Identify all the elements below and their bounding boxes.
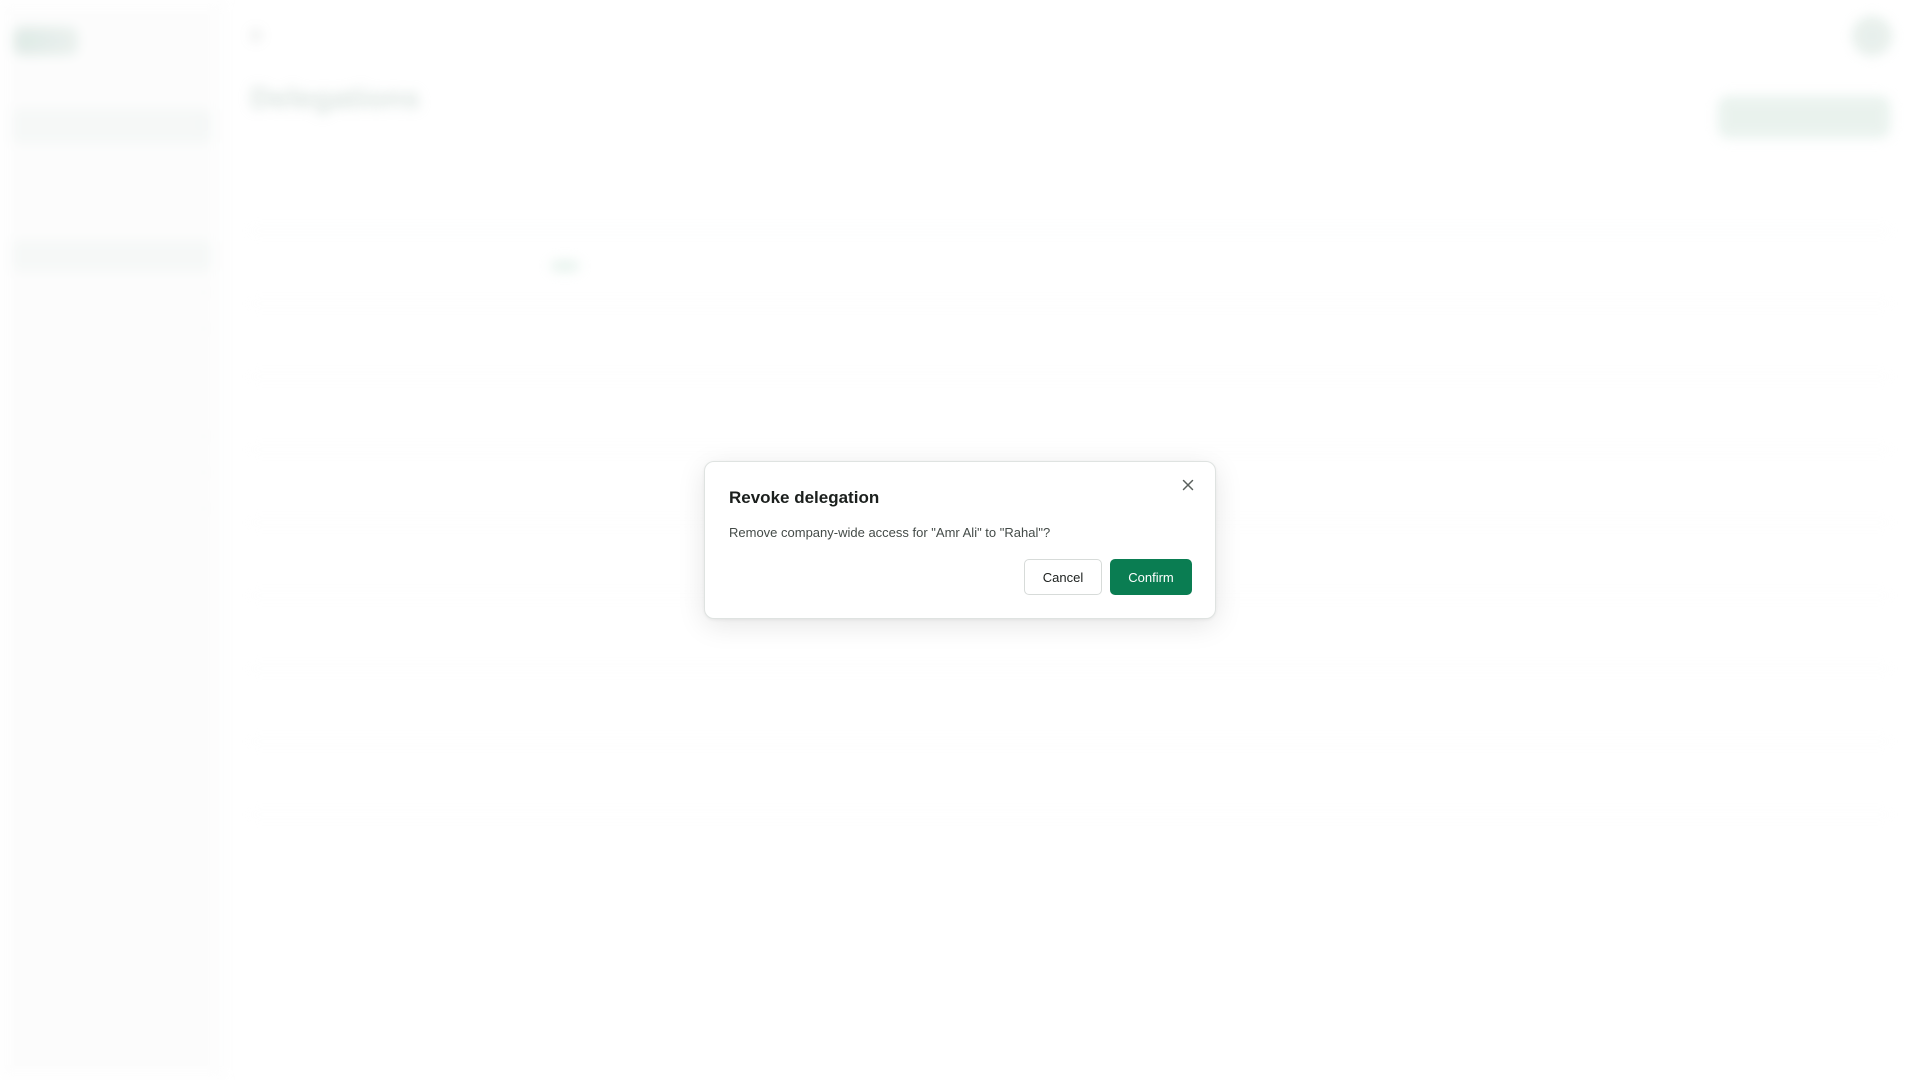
dialog-message: Remove company-wide access for "Amr Ali"… [729, 525, 1051, 540]
dialog-title: Revoke delegation [729, 488, 880, 507]
close-button[interactable] [1177, 476, 1199, 498]
confirm-button[interactable]: Confirm [1110, 559, 1192, 595]
cancel-button[interactable]: Cancel [1024, 559, 1102, 595]
revoke-delegation-dialog: Revoke delegation Remove company-wide ac… [704, 461, 1216, 619]
close-icon [1182, 478, 1194, 496]
